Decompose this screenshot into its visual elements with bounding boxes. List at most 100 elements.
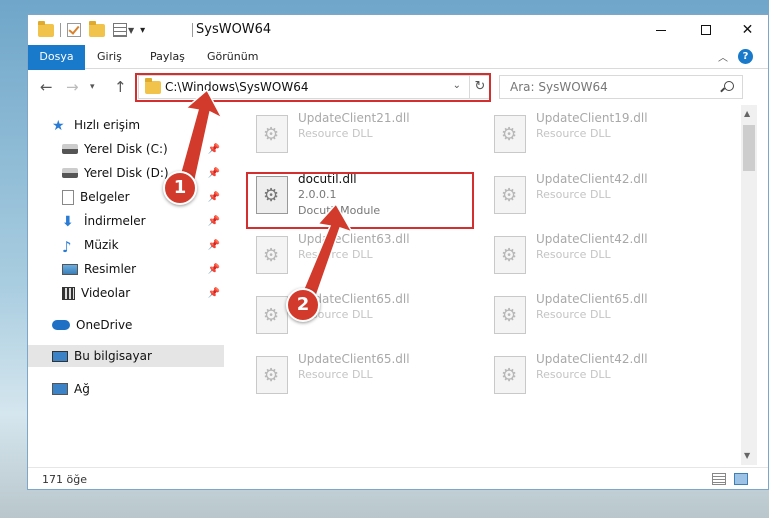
address-highlight-box <box>135 73 491 102</box>
details-view-icon[interactable] <box>712 473 726 485</box>
music-icon: ♪ <box>62 238 72 256</box>
file-item[interactable]: UpdateClient65.dll Resource DLL <box>486 288 706 342</box>
file-item[interactable]: UpdateClient19.dll Resource DLL <box>486 107 706 161</box>
drive-icon <box>62 168 78 178</box>
file-item[interactable]: UpdateClient42.dll Resource DLL <box>486 168 706 222</box>
file-item[interactable]: UpdateClient63.dll Resource DLL <box>248 228 468 282</box>
sidebar-item-label: Videolar <box>81 286 131 300</box>
dll-file-icon <box>494 236 526 274</box>
up-arrow-icon[interactable]: ↑ <box>114 78 127 96</box>
dll-file-icon <box>256 296 288 334</box>
ribbon-tabs: Dosya Giriş Paylaş Görünüm ︿ ? <box>28 45 768 99</box>
minimize-icon <box>655 29 666 31</box>
file-description: Resource DLL <box>536 248 611 261</box>
sidebar-item-label: Resimler <box>84 262 137 276</box>
video-icon <box>62 286 75 300</box>
sidebar-item-music[interactable]: ♪ Müzik 📌 <box>28 234 224 256</box>
file-highlight-box <box>246 172 474 229</box>
pin-icon: 📌 <box>207 240 220 251</box>
file-name: UpdateClient65.dll <box>536 292 648 306</box>
customize-qat-icon[interactable]: ▾ <box>140 25 145 36</box>
sidebar-item-local-disk-c[interactable]: Yerel Disk (C:) 📌 <box>28 138 224 160</box>
sidebar-item-label: Hızlı erişim <box>74 118 141 132</box>
collapse-ribbon-icon[interactable]: ︿ <box>718 49 728 64</box>
sidebar-item-downloads[interactable]: ⬇ İndirmeler 📌 <box>28 210 224 232</box>
back-arrow-icon[interactable]: ← <box>40 78 53 96</box>
chevron-down-icon[interactable]: ▼ <box>128 26 134 35</box>
network-icon <box>52 383 68 395</box>
file-name: UpdateClient19.dll <box>536 111 648 125</box>
scroll-down-icon[interactable]: ▼ <box>744 451 750 460</box>
file-item[interactable]: UpdateClient42.dll Resource DLL <box>486 348 706 402</box>
dll-file-icon <box>494 296 526 334</box>
forward-arrow-icon[interactable]: → <box>66 78 79 96</box>
close-icon: ✕ <box>741 22 754 38</box>
properties-check-icon[interactable] <box>67 23 81 37</box>
tab-share[interactable]: Paylaş <box>138 45 197 69</box>
sidebar-item-this-pc[interactable]: Bu bilgisayar <box>28 345 224 367</box>
dll-file-icon <box>494 115 526 153</box>
sidebar-item-label: Müzik <box>84 238 119 252</box>
maximize-button[interactable] <box>683 15 728 45</box>
dll-file-icon <box>494 356 526 394</box>
sidebar-item-network[interactable]: Ağ <box>28 378 224 400</box>
star-icon: ★ <box>52 118 65 134</box>
scrollbar-thumb[interactable] <box>743 125 755 171</box>
quick-access-toolbar: ▼ ▾ <box>38 20 145 39</box>
dll-file-icon <box>256 236 288 274</box>
file-description: Resource DLL <box>298 248 373 261</box>
file-name: UpdateClient65.dll <box>298 352 410 366</box>
minimize-button[interactable] <box>638 15 683 45</box>
title-bar: ▼ ▾ SysWOW64 ✕ <box>28 15 768 45</box>
pin-icon: 📌 <box>207 168 220 179</box>
file-item[interactable]: UpdateClient21.dll Resource DLL <box>248 107 468 161</box>
file-name: UpdateClient42.dll <box>536 172 648 186</box>
dll-file-icon <box>494 176 526 214</box>
large-icons-view-icon[interactable] <box>734 473 748 485</box>
navigation-pane: ★ Hızlı erişim Yerel Disk (C:) 📌 Yerel D… <box>28 105 224 465</box>
file-name: UpdateClient42.dll <box>536 232 648 246</box>
sidebar-item-pictures[interactable]: Resimler 📌 <box>28 258 224 280</box>
file-description: Resource DLL <box>298 368 373 381</box>
step-1-badge: 1 <box>163 171 197 205</box>
file-description: Resource DLL <box>298 127 373 140</box>
sidebar-item-quick-access[interactable]: ★ Hızlı erişim <box>28 114 224 136</box>
sidebar-item-label: OneDrive <box>76 318 133 332</box>
pin-icon: 📌 <box>207 144 220 155</box>
download-icon: ⬇ <box>62 214 74 230</box>
new-folder-icon[interactable] <box>89 20 105 37</box>
sidebar-item-label: Belgeler <box>80 190 130 204</box>
item-count: 171 öğe <box>42 473 87 486</box>
sidebar-item-label: Yerel Disk (D:) <box>84 166 169 180</box>
tab-home[interactable]: Giriş <box>85 45 134 69</box>
scroll-up-icon[interactable]: ▲ <box>744 109 750 118</box>
file-item[interactable]: UpdateClient42.dll Resource DLL <box>486 228 706 282</box>
sidebar-item-label: İndirmeler <box>84 214 146 228</box>
status-bar: 171 öğe <box>28 467 768 489</box>
help-icon[interactable]: ? <box>738 49 753 64</box>
file-item[interactable]: UpdateClient65.dll Resource DLL <box>248 348 468 402</box>
search-box[interactable]: Ara: SysWOW64 <box>499 75 743 99</box>
file-description: Resource DLL <box>536 188 611 201</box>
pictures-icon <box>62 263 78 275</box>
computer-icon <box>52 350 68 362</box>
recent-locations-icon[interactable]: ▾ <box>90 82 95 92</box>
file-item[interactable]: UpdateClient65.dll Resource DLL <box>248 288 468 342</box>
pin-icon: 📌 <box>207 192 220 203</box>
dll-file-icon <box>256 115 288 153</box>
close-button[interactable]: ✕ <box>725 15 768 45</box>
maximize-icon <box>700 25 711 35</box>
sidebar-item-videos[interactable]: Videolar 📌 <box>28 282 224 304</box>
documents-icon <box>62 189 74 205</box>
file-name: UpdateClient63.dll <box>298 232 410 246</box>
vertical-scrollbar[interactable]: ▲ ▼ <box>741 105 757 465</box>
ribbon-controls: ︿ ? <box>718 49 753 64</box>
window-title: SysWOW64 <box>196 22 272 37</box>
pin-icon: 📌 <box>207 288 220 299</box>
file-description: Resource DLL <box>536 308 611 321</box>
sidebar-item-label: Ağ <box>74 382 90 396</box>
view-options-icon[interactable] <box>113 23 127 37</box>
sidebar-item-onedrive[interactable]: OneDrive <box>28 314 224 336</box>
tab-view[interactable]: Görünüm <box>195 45 270 69</box>
dll-file-icon <box>256 356 288 394</box>
